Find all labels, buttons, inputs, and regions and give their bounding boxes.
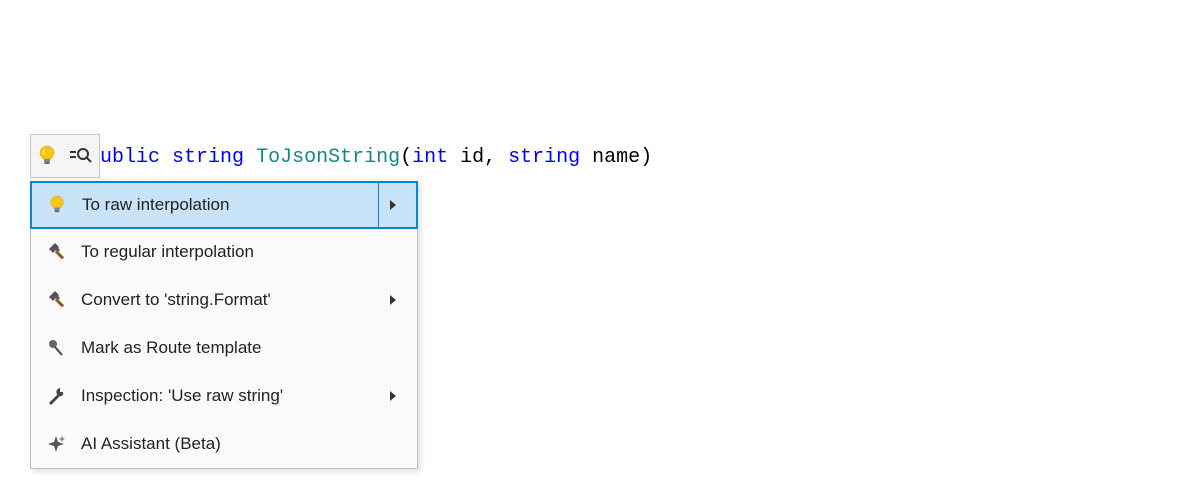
hammer-icon [41,290,71,310]
menu-item-raw-interpolation[interactable]: To raw interpolation [30,181,418,229]
menu-item-mark-route-template[interactable]: Mark as Route template [31,324,417,372]
submenu-arrow-icon [379,276,407,324]
method-name: ToJsonString [256,146,400,169]
menu-label: To raw interpolation [72,195,378,215]
hammer-icon [41,242,71,262]
menu-label: Mark as Route template [71,338,407,358]
search-icon[interactable] [67,146,93,166]
sparkle-icon [41,434,71,454]
menu-label: Convert to 'string.Format' [71,290,379,310]
quick-actions-menu: To raw interpolation To regular interpol… [30,181,418,469]
bulb-icon [42,195,72,215]
submenu-arrow-icon [378,183,406,227]
menu-item-inspection-raw-string[interactable]: Inspection: 'Use raw string' [31,372,417,420]
keyword-string: string [172,146,244,169]
quick-actions-bar[interactable] [30,134,100,178]
menu-item-convert-string-format[interactable]: Convert to 'string.Format' [31,276,417,324]
menu-item-ai-assistant[interactable]: AI Assistant (Beta) [31,420,417,468]
submenu-arrow-icon [379,372,407,420]
menu-item-regular-interpolation[interactable]: To regular interpolation [31,228,417,276]
menu-label: To regular interpolation [71,242,407,262]
wrench-icon [41,386,71,406]
menu-label: AI Assistant (Beta) [71,434,407,454]
keyword-int: int [412,146,448,169]
code-line-1: public string ToJsonString(int id, strin… [88,142,652,174]
menu-label: Inspection: 'Use raw string' [71,386,379,406]
pin-icon [41,338,71,358]
bulb-icon[interactable] [37,144,57,168]
